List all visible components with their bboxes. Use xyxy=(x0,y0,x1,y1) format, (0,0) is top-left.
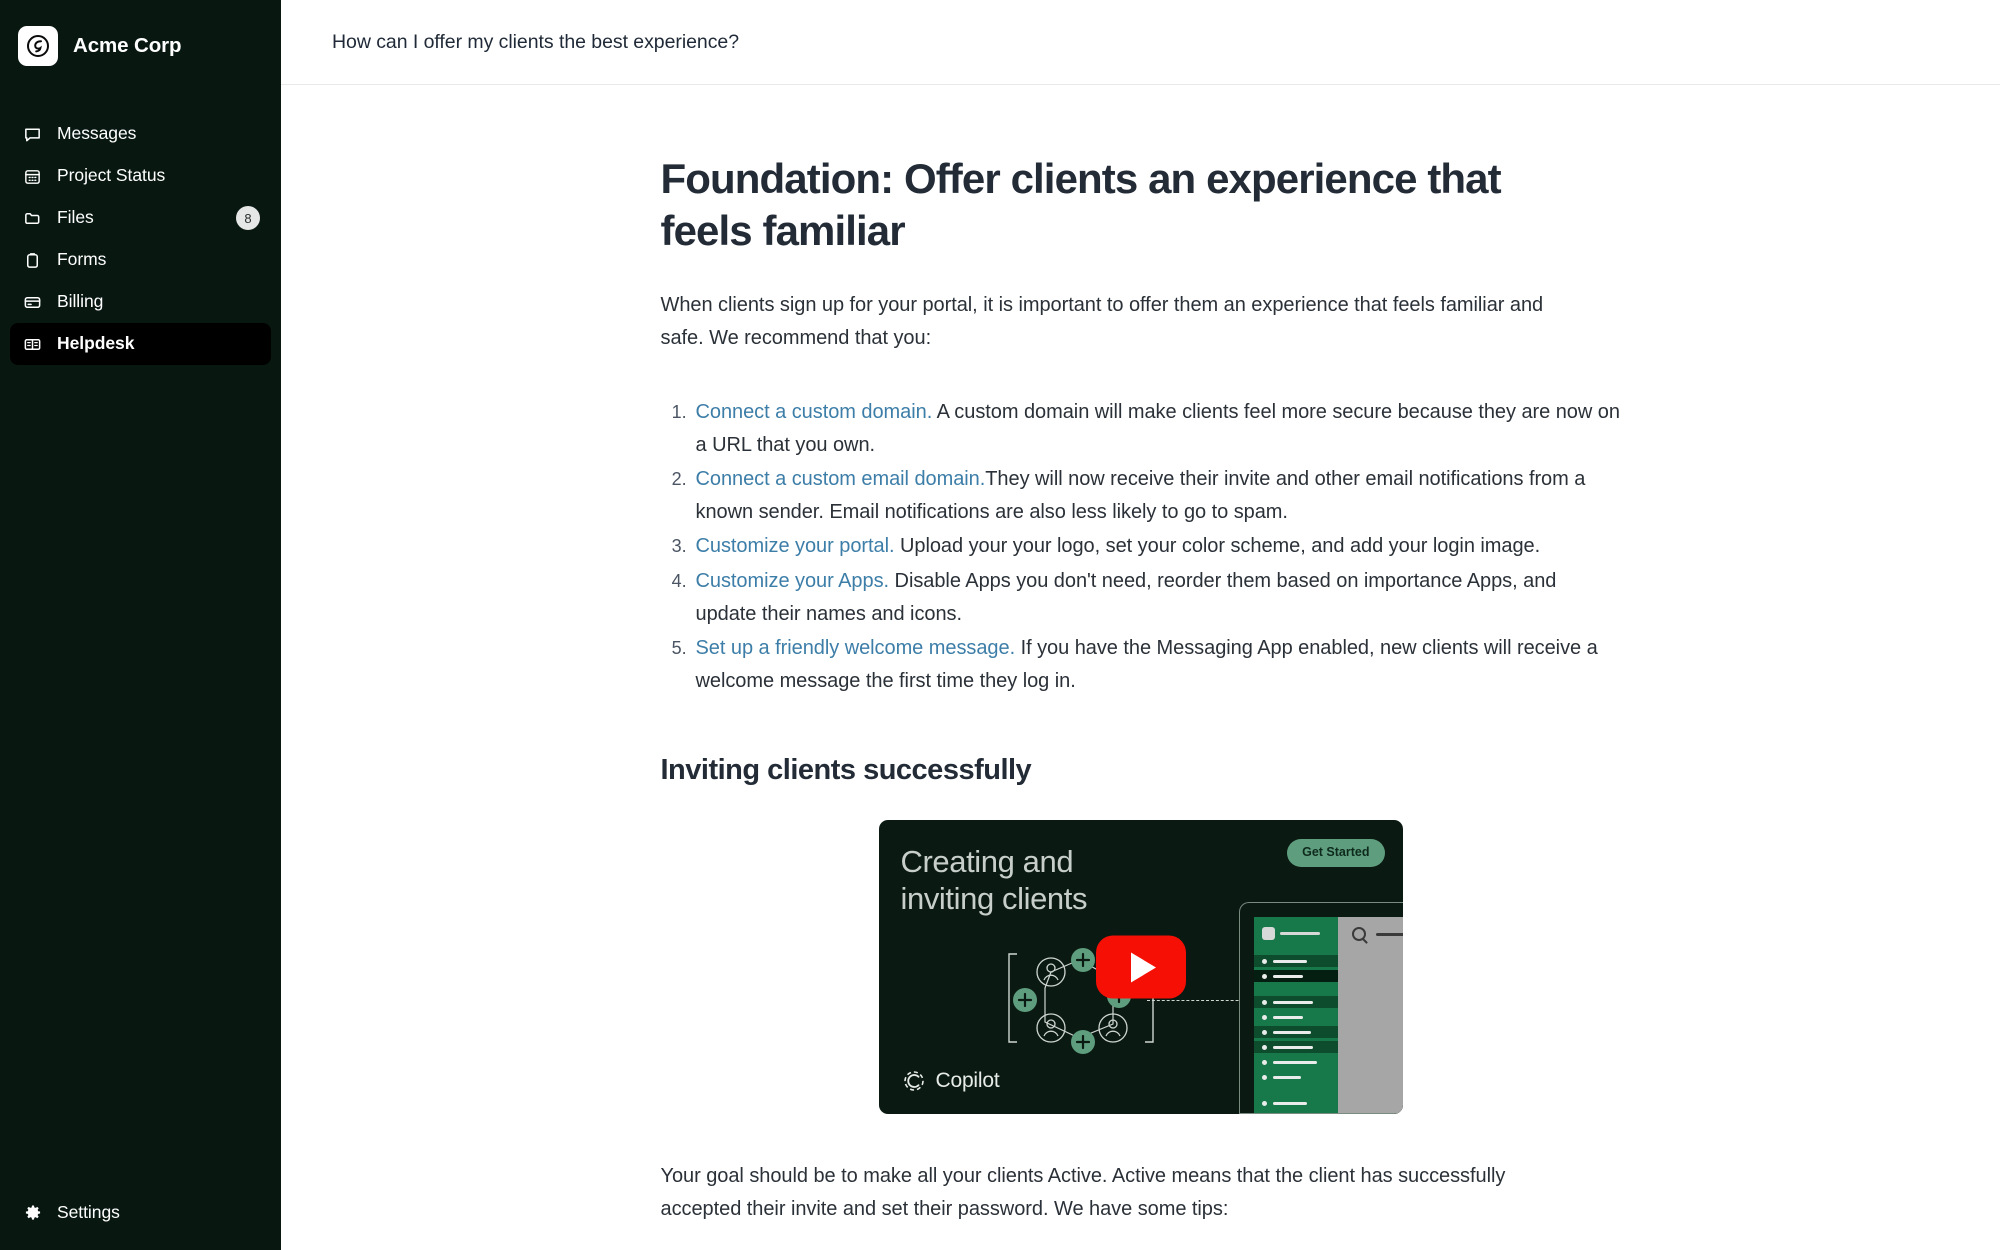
sidebar-item-settings[interactable]: Settings xyxy=(10,1192,271,1234)
sidebar-item-label: Project Status xyxy=(57,165,166,186)
clipboard-icon xyxy=(22,250,43,271)
video-brand-label: Copilot xyxy=(935,1069,1000,1093)
article-intro: When clients sign up for your portal, it… xyxy=(660,294,1544,349)
link-customize-your-apps[interactable]: Customize your Apps. xyxy=(696,570,890,592)
app-window-mock xyxy=(1238,902,1403,1115)
sidebar-item-label: Settings xyxy=(57,1202,120,1223)
sidebar-item-label: Files xyxy=(57,207,94,228)
list-item: Customize your Apps. Disable Apps you do… xyxy=(692,565,1621,630)
credit-card-icon xyxy=(22,292,43,313)
sidebar-item-label: Helpdesk xyxy=(57,333,135,354)
article: Foundation: Offer clients an experience … xyxy=(661,85,1621,1225)
sidebar-item-label: Forms xyxy=(57,249,107,270)
video-title-line1: Creating and xyxy=(900,844,1074,880)
copilot-logo-icon xyxy=(18,26,58,66)
list-item-text: Upload your your logo, set your color sc… xyxy=(894,535,1541,558)
app-root: Acme Corp Messages Project Status Files … xyxy=(0,0,2000,1250)
youtube-play-icon[interactable] xyxy=(1095,935,1186,999)
link-set-up-welcome-message[interactable]: Set up a friendly welcome message. xyxy=(696,637,1016,659)
link-connect-custom-email-domain[interactable]: Connect a custom email domain. xyxy=(696,468,986,490)
sidebar-footer: Settings xyxy=(0,1192,281,1250)
mock-nav-rows xyxy=(1253,955,1338,1112)
sidebar-item-label: Messages xyxy=(57,123,137,144)
sidebar-item-files[interactable]: Files 8 xyxy=(10,197,271,239)
mock-brand-bar xyxy=(1279,932,1320,936)
recommendations-list: Connect a custom domain. A custom domain… xyxy=(661,396,1621,697)
mock-sidebar xyxy=(1253,917,1338,1114)
sidebar-item-billing[interactable]: Billing xyxy=(10,281,271,323)
link-connect-custom-domain[interactable]: Connect a custom domain. xyxy=(696,401,933,423)
list-item: Connect a custom email domain.They will … xyxy=(692,463,1621,528)
video-title-line2: inviting clients xyxy=(900,880,1088,916)
brand[interactable]: Acme Corp xyxy=(0,0,281,70)
article-title: Foundation: Offer clients an experience … xyxy=(660,155,1502,255)
article-tail-paragraph: Your goal should be to make all your cli… xyxy=(660,1165,1506,1220)
video-wrapper: Creating and inviting clients Get Starte… xyxy=(661,820,1621,1115)
play-triangle xyxy=(1131,952,1156,983)
mock-logo-icon xyxy=(1261,927,1275,941)
search-icon xyxy=(1351,927,1366,942)
video-title: Creating and inviting clients xyxy=(901,844,1088,917)
sidebar-nav: Messages Project Status Files 8 Forms Bi… xyxy=(0,113,281,365)
video-thumbnail[interactable]: Creating and inviting clients Get Starte… xyxy=(878,820,1403,1115)
calendar-icon xyxy=(22,166,43,187)
sidebar: Acme Corp Messages Project Status Files … xyxy=(0,0,281,1250)
copilot-mark-icon xyxy=(903,1071,924,1092)
sidebar-item-helpdesk[interactable]: Helpdesk xyxy=(10,323,271,365)
link-customize-your-portal[interactable]: Customize your portal. xyxy=(696,535,895,557)
list-item: Customize your portal. Upload your your … xyxy=(692,530,1621,563)
message-icon xyxy=(22,124,43,145)
sidebar-item-project-status[interactable]: Project Status xyxy=(10,155,271,197)
topbar: How can I offer my clients the best expe… xyxy=(281,0,2000,85)
folder-icon xyxy=(22,208,43,229)
sidebar-item-messages[interactable]: Messages xyxy=(10,113,271,155)
mock-topbar-bar xyxy=(1375,933,1403,937)
article-subheading: Inviting clients successfully xyxy=(660,754,1032,787)
video-get-started-pill: Get Started xyxy=(1287,839,1385,867)
book-open-icon xyxy=(22,334,43,355)
main-area: How can I offer my clients the best expe… xyxy=(281,0,2000,1250)
gear-icon xyxy=(22,1203,43,1224)
list-item: Connect a custom domain. A custom domain… xyxy=(692,396,1621,461)
content-scroll-region[interactable]: Foundation: Offer clients an experience … xyxy=(281,85,2000,1250)
sidebar-item-label: Billing xyxy=(57,291,104,312)
video-brand: Copilot xyxy=(901,1068,1000,1094)
mock-content xyxy=(1337,917,1403,1114)
files-badge: 8 xyxy=(236,206,260,230)
list-item: Set up a friendly welcome message. If yo… xyxy=(692,632,1621,697)
sidebar-item-forms[interactable]: Forms xyxy=(10,239,271,281)
page-title: How can I offer my clients the best expe… xyxy=(332,30,739,53)
brand-name: Acme Corp xyxy=(73,34,182,57)
